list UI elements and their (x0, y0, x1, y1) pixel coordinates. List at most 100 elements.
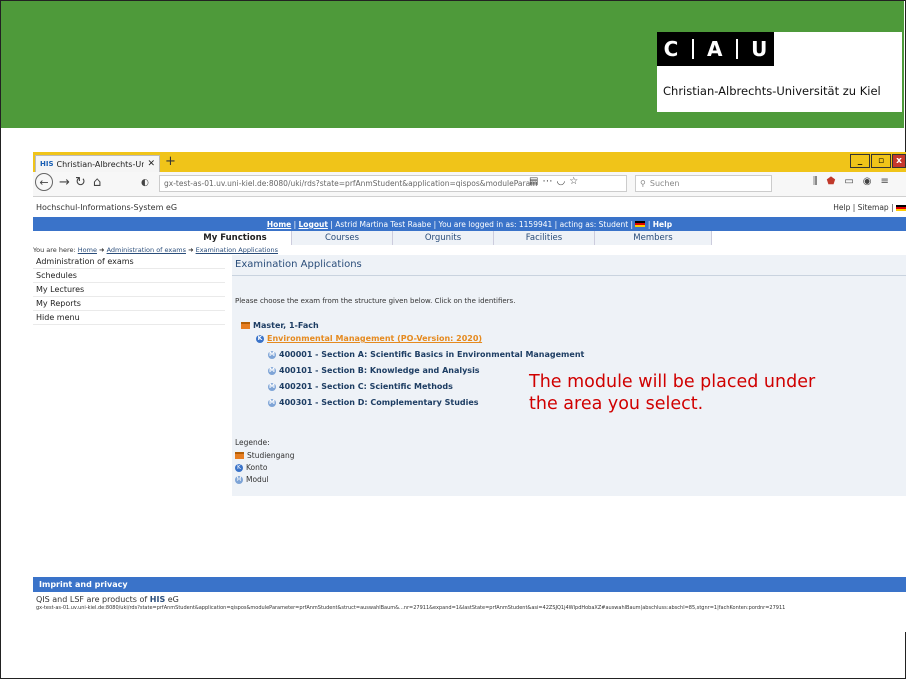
module-label: 400301 - Section D: Complementary Studie… (279, 398, 479, 407)
tab-facilities[interactable]: Facilities (494, 231, 595, 245)
menu-item-schedules[interactable]: Schedules (33, 269, 225, 283)
sidebar-icon[interactable]: ▭ (844, 176, 862, 187)
reload-icon[interactable]: ↻ (75, 175, 86, 190)
tree-module[interactable]: M 400001 - Section A: Scientific Basics … (268, 350, 584, 359)
reader-icon[interactable]: ▤ (529, 176, 542, 187)
tree-module[interactable]: M 400301 - Section D: Complementary Stud… (268, 398, 479, 407)
german-flag-icon[interactable] (896, 205, 906, 211)
help-link[interactable]: Help (653, 220, 672, 229)
url-text: gx-test-as-01.uv.uni-kiel.de:8080/uki/rd… (164, 179, 538, 188)
help-links[interactable]: Help | Sitemap | (833, 203, 906, 212)
products-suffix: eG (165, 595, 179, 604)
logo-separator (735, 39, 738, 59)
legend-item: Studiengang (235, 451, 295, 460)
close-icon[interactable]: ✕ (147, 159, 155, 169)
konto-icon: K (256, 334, 264, 343)
maximize-button[interactable]: ▫ (871, 154, 891, 168)
menu-icon[interactable]: ≡ (881, 176, 898, 187)
main-tabs: My Functions Courses Orgunits Facilities… (179, 231, 712, 245)
shield-icon[interactable]: ◐ (141, 178, 149, 188)
legend-item: M Modul (235, 475, 269, 484)
footer-products: QIS and LSF are products of HIS eG (36, 595, 179, 604)
url-actions: ▤⋯◡☆ (529, 176, 582, 187)
browser-navbar: ← → ↻ ⌂ ◐ gx-test-as-01.uv.uni-kiel.de:8… (33, 172, 906, 197)
logout-link[interactable]: Logout (299, 220, 328, 229)
search-placeholder: Suchen (649, 179, 680, 188)
logo-letter-u: U (751, 37, 768, 61)
breadcrumb: You are here: Home ➜ Administration of e… (33, 246, 278, 254)
modul-icon: M (235, 475, 243, 484)
menu-item-my-reports[interactable]: My Reports (33, 297, 225, 311)
modul-icon: M (268, 382, 276, 391)
konto-icon: K (235, 463, 243, 472)
menu-item-administration[interactable]: Administration of exams (33, 255, 225, 269)
user-bar: Home | Logout | Astrid Martina Test Raab… (33, 217, 906, 231)
title-divider (232, 275, 906, 276)
module-label: 400001 - Section A: Scientific Basics in… (279, 350, 585, 359)
degree-label: Master, 1-Fach (253, 321, 319, 330)
imprint-link[interactable]: Imprint and privacy (39, 580, 128, 589)
modul-icon: M (268, 350, 276, 359)
breadcrumb-current[interactable]: Examination Applications (196, 246, 278, 254)
university-name: Christian-Albrechts-Universität zu Kiel (663, 84, 881, 98)
account-label: Environmental Management (PO-Version: 20… (267, 334, 483, 343)
legend-label: Modul (246, 475, 269, 484)
module-label: 400201 - Section C: Scientific Methods (279, 382, 453, 391)
legend-label: Konto (246, 463, 268, 472)
search-input[interactable]: ⚲ Suchen (635, 175, 772, 192)
shield-extension-icon[interactable]: ⬟ (827, 176, 845, 187)
tree-module[interactable]: M 400101 - Section B: Knowledge and Anal… (268, 366, 480, 375)
status-url: gx-test-as-01.uv.uni-kiel.de:8080/uki/rd… (36, 605, 786, 611)
close-window-button[interactable]: x (892, 154, 906, 168)
cau-letters: C A U (657, 32, 774, 66)
tree-module[interactable]: M 400201 - Section C: Scientific Methods (268, 382, 453, 391)
logo-letter-a: A (706, 37, 723, 61)
tab-my-functions[interactable]: My Functions (179, 231, 292, 245)
window-controls: _ ▫ x (849, 154, 906, 168)
german-flag-icon[interactable] (635, 221, 646, 227)
org-name: Hochschul-Informations-System eG (36, 203, 178, 212)
tree-degree[interactable]: Master, 1-Fach (241, 321, 319, 330)
modul-icon: M (268, 398, 276, 407)
tab-courses[interactable]: Courses (292, 231, 393, 245)
bookmark-star-icon[interactable]: ☆ (569, 176, 582, 187)
home-icon[interactable]: ⌂ (93, 175, 101, 190)
forward-icon[interactable]: → (59, 175, 70, 190)
menu-item-hide-menu[interactable]: Hide menu (33, 311, 225, 325)
login-status: Astrid Martina Test Raabe | You are logg… (335, 219, 634, 229)
extension-icon[interactable]: ◉ (863, 176, 881, 187)
library-icon[interactable]: ⫼ (813, 176, 827, 187)
logo-separator (691, 39, 694, 59)
legend-item: K Konto (235, 463, 267, 472)
tree-account[interactable]: K Environmental Management (PO-Version: … (256, 334, 482, 343)
folder-icon (235, 452, 244, 459)
folder-icon (241, 322, 250, 329)
arrow-right-icon: ➜ (99, 246, 105, 254)
arrow-right-icon: ➜ (188, 246, 194, 254)
tab-title: Christian-Albrechts-Universität (56, 159, 145, 169)
home-link[interactable]: Home (267, 220, 291, 229)
tab-members[interactable]: Members (595, 231, 712, 245)
search-icon: ⚲ (640, 179, 646, 188)
back-icon[interactable]: ← (35, 173, 53, 191)
minimize-button[interactable]: _ (850, 154, 870, 168)
modul-icon: M (268, 366, 276, 375)
slide: C A U Christian-Albrechts-Universität zu… (0, 0, 906, 679)
more-icon[interactable]: ⋯ (542, 176, 556, 187)
pocket-icon[interactable]: ◡ (556, 176, 569, 187)
footer-bar[interactable]: Imprint and privacy (33, 577, 906, 592)
browser-tabbar: HIS Christian-Albrechts-Universität ✕ + … (33, 152, 906, 172)
page-title: Examination Applications (235, 259, 362, 270)
menu-item-my-lectures[interactable]: My Lectures (33, 283, 225, 297)
legend-title: Legende: (235, 438, 270, 447)
his-favicon-icon: HIS (40, 160, 54, 168)
breadcrumb-admin[interactable]: Administration of exams (107, 246, 186, 254)
his-link[interactable]: HIS (150, 595, 165, 604)
new-tab-icon[interactable]: + (165, 154, 176, 169)
module-label: 400101 - Section B: Knowledge and Analys… (279, 366, 480, 375)
browser-tab[interactable]: HIS Christian-Albrechts-Universität ✕ (35, 155, 160, 172)
breadcrumb-home[interactable]: Home (78, 246, 97, 254)
logo-letter-c: C (663, 37, 679, 61)
toolbar-icons: ⫼⬟▭◉≡ (813, 176, 898, 187)
tab-orgunits[interactable]: Orgunits (393, 231, 494, 245)
